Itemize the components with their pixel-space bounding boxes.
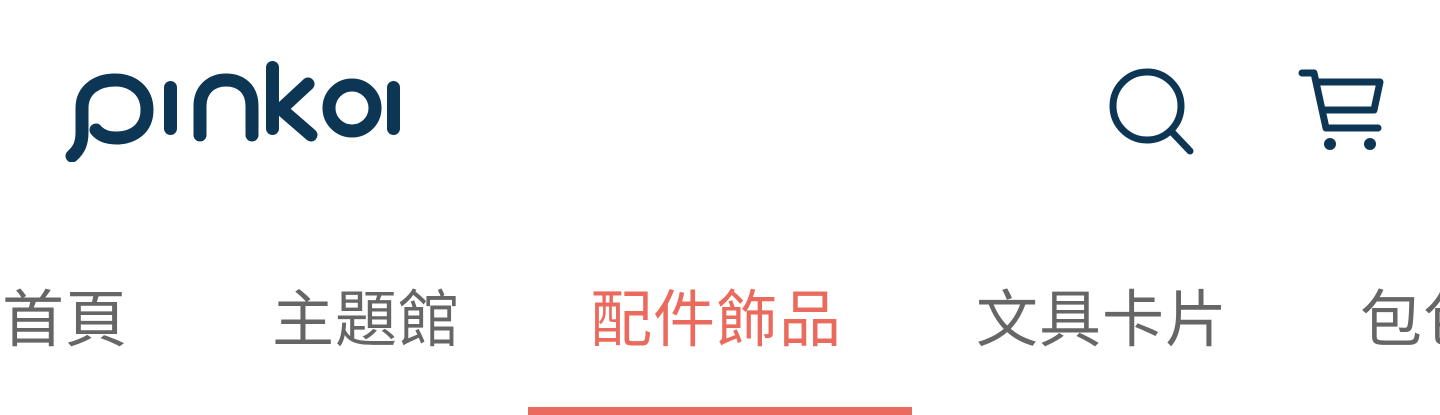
app-root: pinkoi 首頁 主題館 配件飾品 文: [0, 0, 1440, 415]
category-nav: 首頁 主題館 配件飾品 文具卡片 包包: [0, 250, 1440, 415]
search-icon: [1100, 60, 1200, 160]
search-button[interactable]: [1100, 60, 1200, 160]
tab-bags[interactable]: 包包: [1360, 280, 1440, 360]
cart-icon: [1292, 60, 1392, 160]
tab-accessories[interactable]: 配件飾品: [590, 280, 842, 360]
tab-theme-hall[interactable]: 主題館: [272, 280, 461, 360]
tab-home[interactable]: 首頁: [2, 280, 128, 360]
cart-button[interactable]: [1292, 60, 1392, 160]
tab-stationery[interactable]: 文具卡片: [976, 280, 1228, 360]
top-header: pinkoi: [0, 0, 1440, 210]
pinkoi-logo[interactable]: pinkoi: [62, 58, 407, 162]
active-tab-underline: [528, 407, 912, 415]
